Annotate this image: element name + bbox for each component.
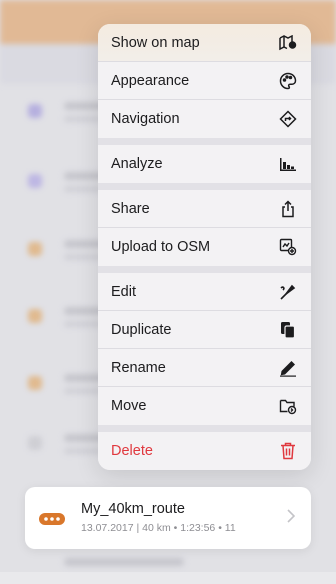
menu-item-rename[interactable]: Rename <box>98 349 311 387</box>
track-card[interactable]: My_40km_route 13.07.2017 | 40 km • 1:23:… <box>25 487 311 549</box>
track-name: My_40km_route <box>81 501 185 517</box>
menu-item-label: Navigation <box>111 111 180 127</box>
menu-item-label: Rename <box>111 359 166 376</box>
menu-item-edit[interactable]: Edit <box>98 273 311 311</box>
menu-item-duplicate[interactable]: Duplicate <box>98 311 311 349</box>
menu-separator <box>98 138 311 145</box>
menu-item-label: Upload to OSM <box>111 239 211 255</box>
track-duration: 1:23:56 <box>180 522 216 534</box>
menu-item-label: Share <box>111 200 150 217</box>
share-icon <box>279 199 297 218</box>
menu-item-appearance[interactable]: Appearance <box>98 62 311 100</box>
menu-separator <box>98 266 311 273</box>
menu-separator <box>98 425 311 432</box>
chevron-right-icon <box>287 509 296 528</box>
pencil-icon <box>279 359 297 377</box>
map-pin-icon <box>279 34 297 52</box>
menu-item-move[interactable]: Move <box>98 387 311 425</box>
menu-item-delete[interactable]: Delete <box>98 432 311 470</box>
route-icon <box>39 512 65 525</box>
navigation-diamond-icon <box>279 110 297 128</box>
upload-osm-icon <box>279 238 297 256</box>
menu-item-label: Duplicate <box>111 321 172 338</box>
menu-item-label: Delete <box>111 443 153 459</box>
context-menu: Show on map Appearance Navigation Analyz… <box>98 24 311 470</box>
folder-move-icon <box>279 397 297 415</box>
chart-icon <box>279 155 297 173</box>
menu-item-navigation[interactable]: Navigation <box>98 100 311 138</box>
edit-icon <box>279 283 297 301</box>
track-meta: 13.07.2017 | 40 km • 1:23:56 • 11 <box>81 522 236 534</box>
duplicate-icon <box>279 321 297 339</box>
menu-item-show-on-map[interactable]: Show on map <box>98 24 311 62</box>
menu-item-share[interactable]: Share <box>98 190 311 228</box>
trash-icon <box>279 442 297 460</box>
track-distance: 40 km <box>142 522 171 534</box>
menu-item-label: Appearance <box>111 72 190 89</box>
track-date: 13.07.2017 <box>81 522 134 534</box>
menu-item-label: Edit <box>111 283 136 300</box>
track-points: 11 <box>224 522 236 534</box>
palette-icon <box>279 72 297 90</box>
menu-item-label: Analyze <box>111 156 163 172</box>
menu-item-label: Show on map <box>111 34 200 51</box>
menu-item-analyze[interactable]: Analyze <box>98 145 311 183</box>
menu-item-label: Move <box>111 398 147 414</box>
menu-item-upload-to-osm[interactable]: Upload to OSM <box>98 228 311 266</box>
menu-separator <box>98 183 311 190</box>
